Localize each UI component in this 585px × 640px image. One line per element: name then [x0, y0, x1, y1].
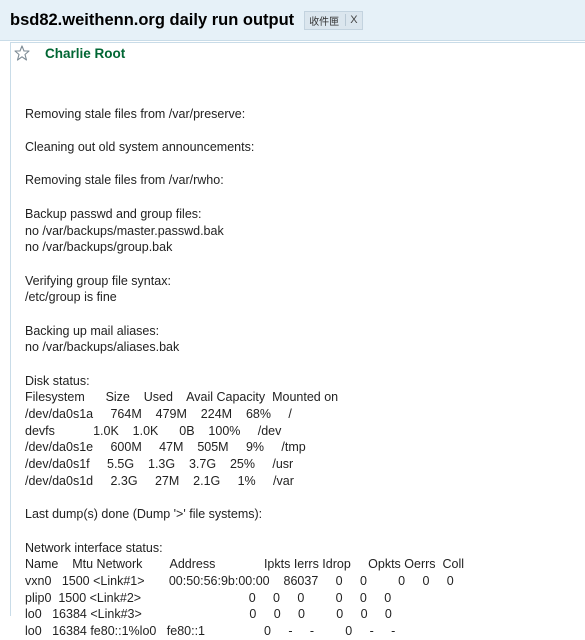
body-line: [25, 122, 585, 139]
remove-label-button[interactable]: X: [345, 14, 358, 26]
body-line: [25, 490, 585, 507]
inbox-label-chip[interactable]: 收件匣 X: [304, 10, 363, 30]
body-line: Disk status:: [25, 373, 90, 388]
body-line: Filesystem Size Used Avail Capacity Moun…: [25, 390, 339, 405]
star-icon[interactable]: [14, 45, 30, 61]
body-line: Removing stale files from /var/preserve:: [25, 106, 246, 121]
body-line: no /var/backups/group.bak: [25, 240, 173, 255]
message-body: Removing stale files from /var/preserve:…: [25, 89, 585, 640]
body-line: /dev/da0s1e 600M 47M 505M 9% /tmp: [25, 440, 306, 455]
message-card: Charlie Root Removing stale files from /…: [10, 42, 585, 638]
body-line: Backup passwd and group files:: [25, 206, 202, 221]
sender-name[interactable]: Charlie Root: [45, 46, 125, 61]
body-line: Verifying group file syntax:: [25, 273, 171, 288]
body-line: [25, 306, 585, 323]
body-line: devfs 1.0K 1.0K 0B 100% /dev: [25, 423, 282, 438]
body-line: [25, 189, 585, 206]
body-line: Network interface status:: [25, 540, 163, 555]
body-line: /dev/da0s1a 764M 479M 224M 68% /: [25, 407, 292, 422]
body-line: vxn0 1500 <Link#1> 00:50:56:9b:00:00 860…: [25, 573, 454, 588]
body-line: no /var/backups/master.passwd.bak: [25, 223, 224, 238]
body-line: /dev/da0s1d 2.3G 27M 2.1G 1% /var: [25, 473, 294, 488]
body-line: Removing stale files from /var/rwho:: [25, 173, 224, 188]
body-line: Last dump(s) done (Dump '>' file systems…: [25, 507, 263, 522]
email-subject: bsd82.weithenn.org daily run output: [10, 10, 295, 29]
body-line: Cleaning out old system announcements:: [25, 140, 255, 155]
body-line: [25, 523, 585, 540]
body-line: [25, 356, 585, 373]
inbox-label-text: 收件匣: [309, 16, 340, 28]
message-header: bsd82.weithenn.org daily run output 收件匣 …: [0, 0, 585, 41]
body-line: Backing up mail aliases:: [25, 323, 160, 338]
body-line: /etc/group is fine: [25, 290, 117, 305]
body-line: no /var/backups/aliases.bak: [25, 340, 180, 355]
body-line: [25, 156, 585, 173]
body-line: /dev/da0s1f 5.5G 1.3G 3.7G 25% /usr: [25, 457, 294, 472]
body-line: [25, 256, 585, 273]
body-line: [25, 89, 585, 106]
body-line: Name Mtu Network Address Ipkts Ierrs Idr…: [25, 557, 465, 572]
body-line: plip0 1500 <Link#2> 0 0 0 0 0 0: [25, 590, 392, 605]
body-line: lo0 16384 <Link#3> 0 0 0 0 0 0: [25, 607, 392, 622]
body-line: lo0 16384 fe80::1%lo0 fe80::1 0 - - 0 - …: [25, 624, 396, 638]
